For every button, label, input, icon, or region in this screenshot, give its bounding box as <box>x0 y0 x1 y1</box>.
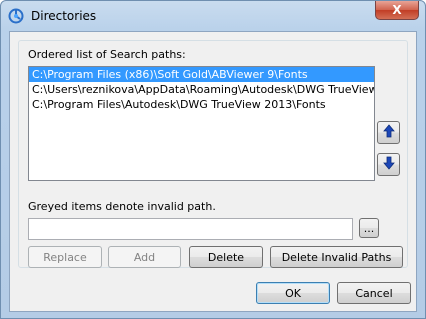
search-paths-group: Ordered list of Search paths: C:\Program… <box>18 40 408 268</box>
close-button[interactable]: X <box>375 1 419 20</box>
window-title: Directories <box>31 9 97 23</box>
move-up-button[interactable] <box>377 121 400 144</box>
delete-button[interactable]: Delete <box>189 246 263 268</box>
close-icon: X <box>392 3 402 17</box>
list-item[interactable]: C:\Program Files\Autodesk\DWG TrueView 2… <box>29 97 374 112</box>
invalid-path-hint: Greyed items denote invalid path. <box>28 200 216 213</box>
arrow-up-icon <box>382 124 395 141</box>
arrow-down-icon <box>382 156 395 173</box>
browse-button[interactable]: ... <box>359 218 379 238</box>
move-down-button[interactable] <box>377 153 400 176</box>
list-item[interactable]: C:\Program Files (x86)\Soft Gold\ABViewe… <box>29 67 374 82</box>
delete-invalid-paths-button[interactable]: Delete Invalid Paths <box>270 246 403 268</box>
add-button[interactable]: Add <box>108 246 181 268</box>
search-paths-label: Ordered list of Search paths: <box>28 48 186 61</box>
ok-button[interactable]: OK <box>256 282 330 304</box>
dialog-body: Ordered list of Search paths: C:\Program… <box>9 31 417 312</box>
list-item[interactable]: C:\Users\reznikova\AppData\Roaming\Autod… <box>29 82 374 97</box>
search-paths-list[interactable]: C:\Program Files (x86)\Soft Gold\ABViewe… <box>28 66 375 181</box>
cancel-button[interactable]: Cancel <box>337 282 411 304</box>
directories-app-icon <box>7 7 25 25</box>
path-input[interactable] <box>28 218 353 240</box>
directories-dialog: Directories X Ordered list of Search pat… <box>0 0 426 319</box>
replace-button[interactable]: Replace <box>28 246 102 268</box>
title-bar[interactable]: Directories X <box>1 1 425 31</box>
